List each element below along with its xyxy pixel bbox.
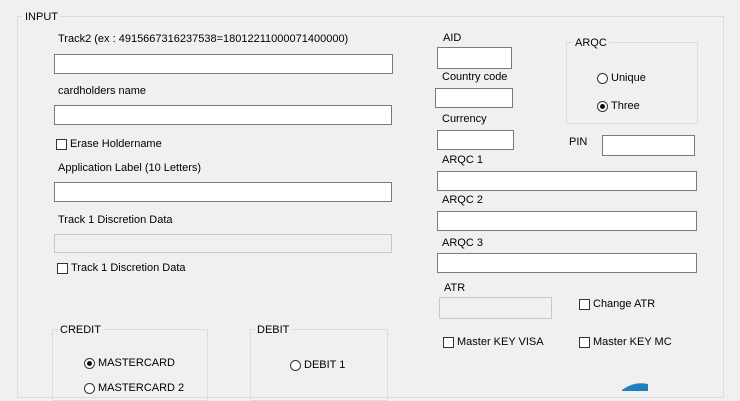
debit-1-radio[interactable]: DEBIT 1 [290,359,345,371]
arqc-unique-radio[interactable]: Unique [597,72,646,84]
radio-dot[interactable] [597,72,608,84]
aid-input[interactable] [437,47,512,69]
credit-group-title: CREDIT [58,324,103,337]
credit-mastercard2-label: MASTERCARD 2 [98,382,185,394]
checkbox-box[interactable] [443,336,454,348]
arqc-three-label: Three [611,100,640,112]
atr-label: ATR [444,282,466,294]
arqc3-label: ARQC 3 [442,237,483,249]
pin-label: PIN [569,136,588,148]
checkbox-box[interactable] [56,138,67,150]
atr-input [439,297,552,319]
master-key-mc-checkbox[interactable]: Master KEY MC [579,336,672,348]
master-key-mc-label: Master KEY MC [593,336,672,348]
country-code-label: Country code [442,71,508,83]
change-atr-label: Change ATR [593,298,656,310]
app-label-label: Application Label (10 Letters) [58,162,202,174]
arqc2-label: ARQC 2 [442,194,483,206]
currency-input[interactable] [437,130,514,150]
arqc-unique-label: Unique [611,72,646,84]
credit-mastercard-label: MASTERCARD [98,357,176,369]
cardholder-input[interactable] [54,105,392,125]
cardholder-label: cardholders name [58,85,147,97]
checkbox-box[interactable] [57,262,68,274]
erase-holdername-label: Erase Holdername [70,138,162,150]
debit-1-label: DEBIT 1 [304,359,346,371]
track1-disc-check-label: Track 1 Discretion Data [71,262,186,274]
radio-dot[interactable] [290,359,301,371]
arqc1-label: ARQC 1 [442,154,483,166]
master-key-visa-checkbox[interactable]: Master KEY VISA [443,336,544,348]
track2-label: Track2 (ex : 4915667316237538=1801221100… [58,33,349,45]
arqc-three-radio[interactable]: Three [597,100,640,112]
credit-mastercard-radio[interactable]: MASTERCARD [84,357,175,369]
track2-input[interactable] [54,54,393,74]
change-atr-checkbox[interactable]: Change ATR [579,298,655,310]
arqc1-input[interactable] [437,171,697,191]
radio-dot[interactable] [597,100,608,112]
track1-disc-label: Track 1 Discretion Data [58,214,173,226]
track1-disc-input [54,234,392,253]
radio-dot[interactable] [84,357,95,369]
radio-dot[interactable] [84,382,95,394]
checkbox-box[interactable] [579,336,590,348]
aid-label: AID [443,32,462,44]
partial-logo-icon [622,383,648,391]
checkbox-box[interactable] [579,298,590,310]
track1-disc-checkbox[interactable]: Track 1 Discretion Data [57,262,186,274]
country-code-input[interactable] [435,88,513,108]
credit-mastercard2-radio[interactable]: MASTERCARD 2 [84,382,184,394]
debit-group-title: DEBIT [255,324,292,337]
app-label-input[interactable] [54,182,392,202]
erase-holdername-checkbox[interactable]: Erase Holdername [56,138,162,150]
arqc-group-title: ARQC [573,37,609,50]
pin-input[interactable] [602,135,695,156]
arqc2-input[interactable] [437,211,697,231]
currency-label: Currency [442,113,487,125]
input-group-title: INPUT [23,11,60,24]
arqc3-input[interactable] [437,253,697,273]
master-key-visa-label: Master KEY VISA [457,336,544,348]
